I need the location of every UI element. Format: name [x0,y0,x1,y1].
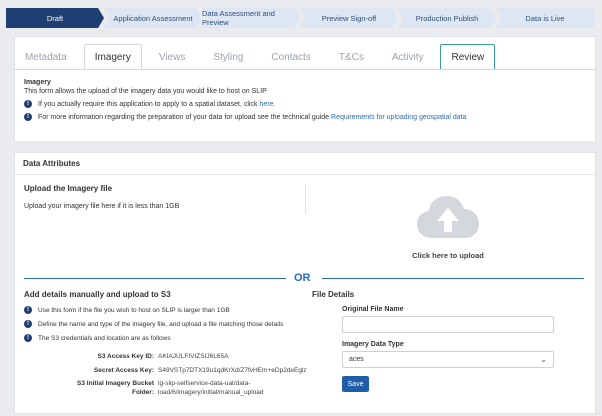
intro-title: Imagery [24,79,51,86]
tab-styling[interactable]: Styling [202,44,254,70]
click-to-upload[interactable]: Click here to upload [380,251,516,260]
s3-info-item: ! Define the name and type of the imager… [24,320,304,328]
info-text: Use this form if the file you wish to ho… [38,306,230,314]
bucket-value: lg-slip-selfservice-data-uat/data- [158,380,251,387]
step-preview-signoff[interactable]: Preview Sign-off [300,8,398,28]
exclamation-icon: ! [24,334,32,342]
secret-key-label: Secret Access Key: [93,367,154,374]
upload-title: Upload the Imagery file [24,184,113,193]
tab-imagery[interactable]: Imagery [83,44,142,70]
tab-views[interactable]: Views [148,44,197,70]
info-text: Define the name and type of the imagery … [38,320,284,328]
step-application-assessment[interactable]: Application Assessment [104,8,202,28]
exclamation-icon: ! [24,306,32,314]
step-data-is-live[interactable]: Data is Live [496,8,594,28]
tab-review[interactable]: Review [440,44,496,70]
requirements-link[interactable]: Requirements for uploading geospatial da… [331,114,466,121]
or-separator: OR [294,272,311,284]
bucket-label: S3 Initial Imagery Bucket [77,380,154,387]
tab-divider [14,69,596,70]
original-file-label: Original File Name [342,306,404,313]
exclamation-icon: ! [24,113,32,121]
info-spatial-dataset: ! If you actually require this applicati… [24,100,584,108]
progress-steps: Draft Application Assessment Data Assess… [6,8,594,28]
s3-info-item: ! The S3 credentials and location are as… [24,334,304,342]
step-label: Preview Sign-off [321,13,377,23]
secret-key-value: S49VSTp7DTX19u1qdKrXd/Z7fvHEm+eDp2deEglz [158,367,307,374]
bucket-label-folder: Folder: [131,389,154,396]
s3-title: Add details manually and upload to S3 [24,290,171,299]
step-label: Application Assessment [113,13,193,23]
file-details-title: File Details [312,290,355,299]
step-label: Production Publish [415,13,479,23]
intro-description: This form allows the upload of the image… [24,88,267,95]
exclamation-icon: ! [24,100,32,108]
info-technical-guide: ! For more information regarding the pre… [24,113,584,121]
step-label: Draft [46,13,64,23]
column-divider [305,184,306,214]
step-data-assessment[interactable]: Data Assessment and Preview [202,8,300,28]
s3-info-list: ! Use this form if the file you wish to … [24,306,304,348]
exclamation-icon: ! [24,320,32,328]
tab-bar: Metadata Imagery Views Styling Contacts … [14,44,501,70]
upload-description: Upload your imagery file here if it is l… [24,203,180,210]
imagery-type-value: aces [349,356,364,363]
card-title: Data Attributes [15,153,595,175]
here-link[interactable]: here. [259,101,275,108]
tab-metadata[interactable]: Metadata [14,44,78,70]
access-key-label: S3 Access Key ID: [97,353,155,360]
bucket-value-cont: load/6/imagery/initial/manual_upload [158,389,264,396]
chevron-down-icon: ⌄ [540,355,547,364]
imagery-type-label: Imagery Data Type [342,341,404,348]
step-label: Data Assessment and Preview [202,9,275,27]
step-production-publish[interactable]: Production Publish [398,8,496,28]
info-text: If you actually require this application… [38,100,258,108]
tab-activity[interactable]: Activity [381,44,435,70]
or-line-right [322,278,584,279]
original-file-input[interactable] [342,316,554,333]
step-label: Data is Live [525,13,565,23]
tab-contacts[interactable]: Contacts [260,44,321,70]
cloud-upload-icon[interactable] [416,194,480,240]
step-draft[interactable]: Draft [6,8,104,28]
info-text: The S3 credentials and location are as f… [38,334,171,342]
or-line-left [24,278,286,279]
info-text: For more information regarding the prepa… [38,113,330,121]
imagery-type-select[interactable]: aces ⌄ [342,351,554,368]
imagery-intro: Imagery This form allows the upload of t… [24,79,584,126]
s3-info-item: ! Use this form if the file you wish to … [24,306,304,314]
tab-tcs[interactable]: T&Cs [328,44,375,70]
section-gap [0,141,602,152]
save-button[interactable]: Save [342,376,369,392]
access-key-value: AKIAJULFIVIZSIJ6L65A [158,353,229,360]
